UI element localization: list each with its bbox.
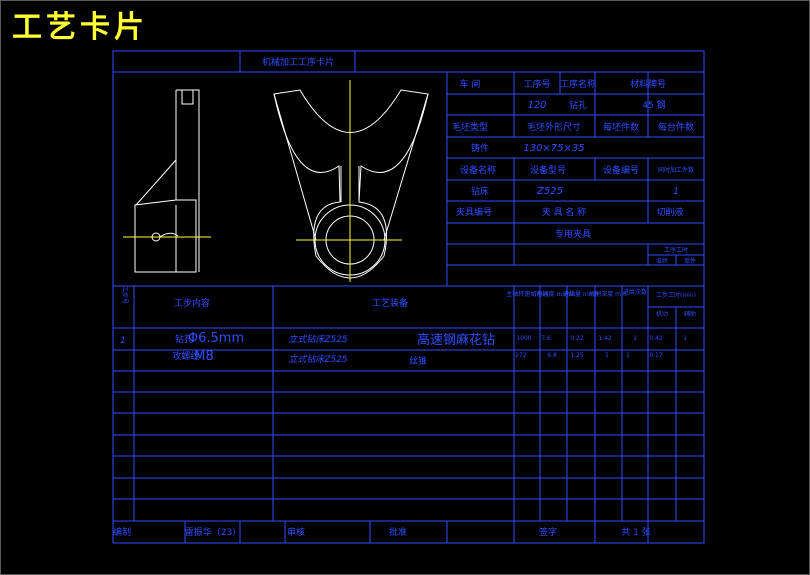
- parallel-value: 1: [673, 187, 679, 197]
- equip-model-value: Z525: [536, 186, 563, 197]
- step-1-param-feed: 0.22: [570, 335, 584, 342]
- step-1-overlay-b: M8: [194, 349, 214, 364]
- card-name: 机械加工工序卡片: [262, 56, 334, 68]
- material-value: 45 钢: [642, 99, 665, 111]
- footer-sheet-count: 共 1 张: [621, 527, 650, 538]
- op-time-prep: 准终: [656, 257, 668, 265]
- footer-design-label: 编制: [113, 526, 131, 538]
- blank-type-value: 铸件: [471, 142, 489, 154]
- fixture-no-label: 夹具编号: [456, 206, 492, 218]
- step-1-param-passes: 1: [633, 335, 637, 342]
- fixture-name-value: 专用夹具: [555, 228, 591, 240]
- op-time-unit: 单件: [684, 257, 696, 265]
- parallel-label: 同时加工件数: [658, 166, 694, 174]
- equip-no-label: 设备编号: [603, 164, 639, 176]
- step-content-header: 工步内容: [174, 297, 210, 309]
- step-1-equipment-b: 立式钻床Z525: [288, 354, 348, 365]
- footer-check-label: 审核: [287, 526, 305, 538]
- op-name-value: 钻孔: [569, 99, 587, 111]
- aux-time-header: 辅助: [684, 310, 696, 318]
- hours-header: 工步工时(min): [656, 291, 696, 299]
- step-1b-param-machine-time: 0.17: [649, 352, 663, 359]
- step-no-header: 工步号: [121, 286, 129, 304]
- equipment-header: 工艺装备: [372, 297, 408, 309]
- blank-count-label: 每坯件数: [603, 121, 639, 133]
- card-text-layer: 机械加工工序卡片 车 间 工序号 工序名称 材料牌号 120 钻孔 45 钢 毛…: [113, 56, 696, 538]
- step-1-param-aux-time: 1: [683, 335, 687, 342]
- per-unit-label: 每台件数: [658, 121, 694, 133]
- step-1-param-spindle-speed: 1000: [516, 335, 531, 342]
- equip-name-value: 钻床: [471, 185, 489, 197]
- blank-type-label: 毛坯类型: [452, 121, 488, 133]
- step-1-overlay-a: Φ6.5mm: [188, 331, 244, 346]
- step-1-param-machine-time: 0.42: [649, 335, 663, 342]
- op-no-value: 120: [527, 100, 546, 111]
- step-1-params-row-1: 1000 7.6 0.22 1.42 1 0.42 1: [516, 335, 687, 342]
- step-1b-param-passes: 1: [626, 352, 630, 359]
- step-1b-param-depth: 1: [605, 352, 609, 359]
- step-1-no: 1: [120, 336, 126, 346]
- step-1-param-cutting-speed: 7.6: [541, 335, 551, 342]
- workshop-label: 车 间: [460, 78, 481, 90]
- step-1-equipment-a: 立式钻床Z525: [288, 334, 348, 345]
- machine-time-header: 机动: [656, 310, 668, 318]
- step-1-tool: 高速钢麻花钻: [417, 332, 495, 348]
- fixture-name-label: 夹 具 名 称: [542, 206, 587, 218]
- footer-sign-label: 签字: [539, 526, 557, 538]
- equip-model-label: 设备型号: [530, 164, 566, 176]
- material-label: 材料牌号: [630, 78, 666, 90]
- step-1-params-row-2: 272 6.8 1.25 1 1 0.17: [515, 352, 663, 359]
- passes-header: 进给次数: [623, 288, 647, 296]
- coolant-label: 切削液: [656, 206, 683, 218]
- step-1-param-depth: 1.42: [598, 335, 612, 342]
- step-1b-param-feed: 1.25: [570, 352, 584, 359]
- op-name-label: 工序名称: [560, 78, 596, 90]
- equip-name-label: 设备名称: [460, 164, 496, 176]
- op-no-label: 工序号: [523, 78, 550, 90]
- footer-approve-label: 批准: [389, 526, 407, 538]
- step-1-tool-b: 丝锥: [409, 355, 427, 367]
- op-time-label: 工序工时: [664, 246, 688, 254]
- footer-designer-name: 雷振华（23）: [185, 526, 241, 538]
- depth-header: 切削深度 mm: [589, 290, 627, 298]
- blank-size-value: 130×75×35: [523, 143, 584, 154]
- blank-size-label: 毛坯外形尺寸: [527, 121, 581, 133]
- step-1b-param-spindle-speed: 272: [515, 352, 527, 359]
- step-1b-param-cutting-speed: 6.8: [547, 352, 557, 359]
